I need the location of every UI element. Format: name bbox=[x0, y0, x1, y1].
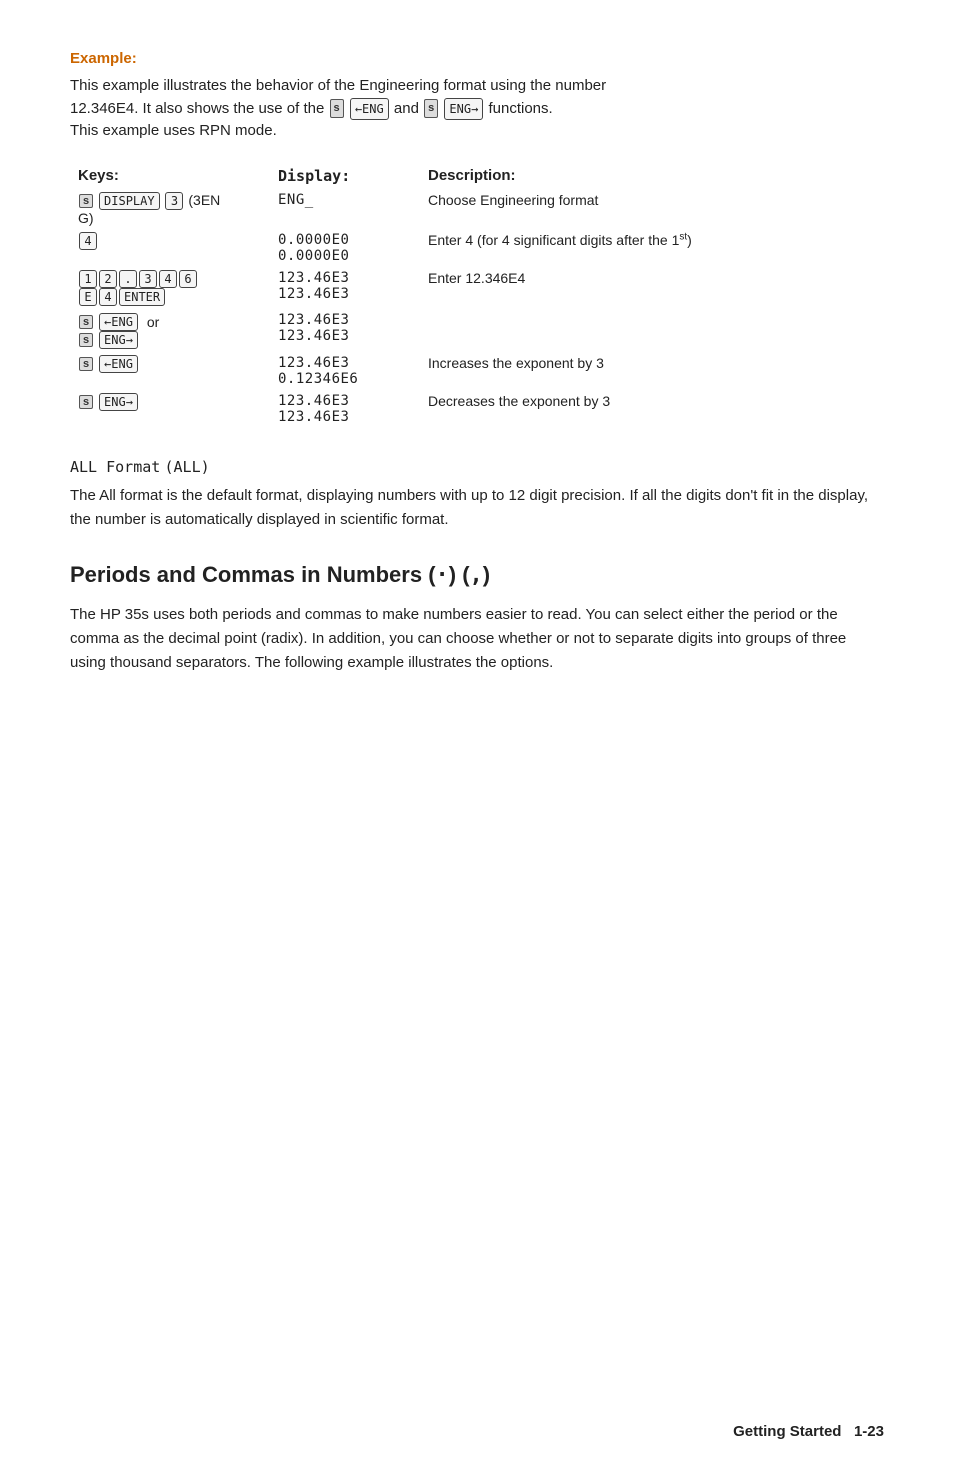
desc-cell: Increases the exponent by 3 bbox=[420, 352, 884, 390]
table-row: 4 0.0000E0 0.0000E0 Enter 4 (for 4 signi… bbox=[70, 229, 884, 267]
footer-getting-started: Getting Started bbox=[733, 1423, 841, 1440]
keys-cell: s ENG→ bbox=[70, 390, 270, 428]
section-heading-text2: ) ( bbox=[449, 562, 470, 587]
display-val-1: 123.46E3 bbox=[278, 312, 349, 328]
keys-cell: 12.346 E4ENTER bbox=[70, 267, 270, 310]
key-4b: 4 bbox=[159, 270, 177, 288]
display-cell: 123.46E3 0.12346E6 bbox=[270, 352, 420, 390]
eng-right-key: ENG→ bbox=[99, 331, 138, 349]
display-val-2: 123.46E3 bbox=[278, 409, 349, 425]
key-dot: . bbox=[119, 270, 137, 288]
key-3: 3 bbox=[165, 192, 183, 210]
display-key: DISPLAY bbox=[99, 192, 160, 210]
desc-cell: Enter 4 (for 4 significant digits after … bbox=[420, 229, 884, 267]
desc-cell: Decreases the exponent by 3 bbox=[420, 390, 884, 428]
desc-text: Enter 12.346E4 bbox=[428, 270, 525, 286]
shift-key: s bbox=[79, 194, 93, 208]
key-2: 2 bbox=[99, 270, 117, 288]
intro-text: This example illustrates the behavior of… bbox=[70, 75, 884, 143]
key-4: 4 bbox=[79, 232, 97, 250]
col-header-description: Description: bbox=[420, 163, 884, 189]
intro-line1: This example illustrates the behavior of… bbox=[70, 77, 606, 94]
key-enter: ENTER bbox=[119, 288, 165, 306]
all-format-text: The All format is the default format, di… bbox=[70, 484, 884, 532]
intro-line2-start: 12.346E4. It also shows the use of the bbox=[70, 100, 324, 117]
section-heading-text3: ) bbox=[483, 562, 490, 587]
display-val-2: 0.0000E0 bbox=[278, 248, 349, 264]
or-text: or bbox=[147, 314, 159, 330]
table-row: s DISPLAY 3 (3EN G) ENG_ Choose Engineer… bbox=[70, 189, 884, 229]
table-row: s ←ENG 123.46E3 0.12346E6 Increases the … bbox=[70, 352, 884, 390]
intro-line3: This example uses RPN mode. bbox=[70, 122, 277, 139]
key-g-label: G) bbox=[78, 210, 94, 226]
footer: Getting Started 1-23 bbox=[733, 1423, 884, 1440]
keys-cell: s ←ENG bbox=[70, 352, 270, 390]
table-row: 12.346 E4ENTER 123.46E3 123.46E3 Enter 1… bbox=[70, 267, 884, 310]
display-val-2: 123.46E3 bbox=[278, 328, 349, 344]
all-format-section: ALL Format (ALL) The All format is the d… bbox=[70, 458, 884, 532]
desc-cell bbox=[420, 309, 884, 352]
and-word: and bbox=[394, 100, 423, 117]
example-label: Example: bbox=[70, 50, 884, 67]
shift-key: s bbox=[79, 315, 93, 329]
display-cell: ENG_ bbox=[270, 189, 420, 229]
key-1: 1 bbox=[79, 270, 97, 288]
shift-key: s bbox=[79, 357, 93, 371]
display-val-1: 0.0000E0 bbox=[278, 232, 349, 248]
footer-page: 1-23 bbox=[854, 1423, 884, 1440]
keys-cell: s DISPLAY 3 (3EN G) bbox=[70, 189, 270, 229]
key-4c: 4 bbox=[99, 288, 117, 306]
desc-text: Decreases the exponent by 3 bbox=[428, 393, 610, 409]
display-val-1: 123.46E3 bbox=[278, 270, 349, 286]
key-label: (3EN bbox=[188, 192, 220, 208]
display-cell: 123.46E3 123.46E3 bbox=[270, 309, 420, 352]
table-row: s ENG→ 123.46E3 123.46E3 Decreases the e… bbox=[70, 390, 884, 428]
display-cell: 123.46E3 123.46E3 bbox=[270, 390, 420, 428]
shift-key-b: s bbox=[79, 333, 93, 347]
col-header-display: Display: bbox=[270, 163, 420, 189]
all-format-code: (ALL) bbox=[164, 458, 209, 476]
keys-cell: 4 bbox=[70, 229, 270, 267]
key-3b: 3 bbox=[139, 270, 157, 288]
section-text: The HP 35s uses both periods and commas … bbox=[70, 603, 884, 675]
eng-right-key-2: ENG→ bbox=[99, 393, 138, 411]
display-cell: 0.0000E0 0.0000E0 bbox=[270, 229, 420, 267]
eng-right-key-1: ENG→ bbox=[444, 98, 483, 120]
display-val-2: 123.46E3 bbox=[278, 286, 349, 302]
shift-key-2: s bbox=[424, 99, 438, 118]
display-val: ENG_ bbox=[278, 192, 314, 208]
section-heading: Periods and Commas in Numbers (·) (,) bbox=[70, 562, 884, 588]
display-val-2: 0.12346E6 bbox=[278, 371, 358, 387]
desc-cell: Enter 12.346E4 bbox=[420, 267, 884, 310]
shift-key: s bbox=[79, 395, 93, 409]
shift-key-1: s bbox=[330, 99, 344, 118]
key-6: 6 bbox=[179, 270, 197, 288]
eng-left-key-2: ←ENG bbox=[99, 355, 138, 373]
display-cell: 123.46E3 123.46E3 bbox=[270, 267, 420, 310]
period-symbol: · bbox=[436, 563, 449, 588]
intro-line2-end: functions. bbox=[488, 100, 552, 117]
table-row: s ←ENG or s ENG→ 123.46E3 123.46E3 bbox=[70, 309, 884, 352]
all-format-label: ALL Format (ALL) bbox=[70, 458, 884, 476]
all-format-title: ALL Format bbox=[70, 458, 160, 476]
example-table: Keys: Display: Description: s DISPLAY 3 … bbox=[70, 163, 884, 428]
desc-text: Enter 4 (for 4 significant digits after … bbox=[428, 232, 692, 248]
display-val-1: 123.46E3 bbox=[278, 355, 349, 371]
key-e: E bbox=[79, 288, 97, 306]
desc-text: Choose Engineering format bbox=[428, 192, 598, 208]
eng-left-key-1: ←ENG bbox=[350, 98, 389, 120]
desc-cell: Choose Engineering format bbox=[420, 189, 884, 229]
desc-text: Increases the exponent by 3 bbox=[428, 355, 604, 371]
display-val-1: 123.46E3 bbox=[278, 393, 349, 409]
eng-left-key: ←ENG bbox=[99, 313, 138, 331]
page-content: Example: This example illustrates the be… bbox=[70, 50, 884, 675]
section-heading-text: Periods and Commas in Numbers ( bbox=[70, 562, 436, 587]
comma-symbol: , bbox=[470, 563, 483, 588]
keys-cell: s ←ENG or s ENG→ bbox=[70, 309, 270, 352]
col-header-keys: Keys: bbox=[70, 163, 270, 189]
